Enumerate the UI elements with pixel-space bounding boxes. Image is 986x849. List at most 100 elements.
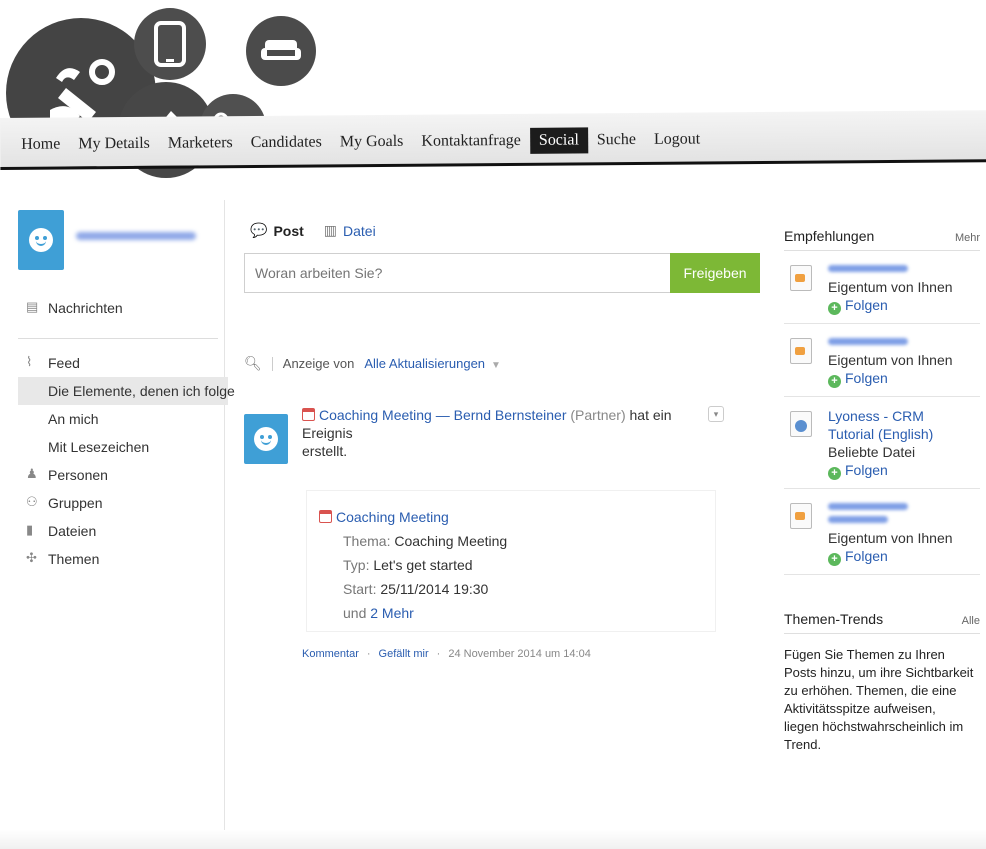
activity-stream: 💬 Post ▥ Datei Freigeben 🔍︎ Anzeige von …: [244, 222, 764, 660]
share-button[interactable]: Freigeben: [670, 253, 760, 293]
plus-icon: +: [828, 467, 841, 480]
recommendations-more-link[interactable]: Mehr: [955, 232, 980, 244]
recommendation-name-redacted[interactable]: [828, 503, 908, 510]
sidebar-item-bookmarks[interactable]: Mit Lesezeichen: [18, 433, 228, 461]
sidebar-item-following[interactable]: Die Elemente, denen ich folge: [18, 377, 235, 405]
search-icon[interactable]: 🔍︎: [244, 355, 262, 372]
sidebar-item-messages[interactable]: ▤ Nachrichten: [18, 294, 228, 322]
nav-social[interactable]: Social: [529, 127, 588, 154]
type-value: Let's get started: [373, 557, 473, 573]
recommendation-name-redacted[interactable]: [828, 516, 888, 523]
recommendations-title: Empfehlungen: [784, 228, 875, 244]
plus-icon: +: [828, 553, 841, 566]
composer-tabs: 💬 Post ▥ Datei: [250, 222, 764, 239]
document-icon: [790, 338, 812, 364]
nav-marketers[interactable]: Marketers: [159, 130, 242, 157]
entry-actions: Kommentar · Gefällt mir · 24 November 20…: [302, 648, 764, 660]
tab-post[interactable]: 💬 Post: [250, 222, 304, 239]
recommendation-name-link[interactable]: Lyoness - CRM Tutorial (English): [828, 407, 980, 443]
status-input[interactable]: [245, 254, 665, 292]
type-label: Typ:: [343, 557, 370, 573]
trends-description: Fügen Sie Themen zu Ihren Posts hinzu, u…: [784, 647, 974, 752]
profile-name-redacted[interactable]: [76, 232, 196, 240]
sidebar-item-label: Dateien: [48, 523, 97, 539]
event-link[interactable]: Coaching Meeting: [319, 407, 432, 423]
sidebar-item-label: Feed: [48, 355, 80, 371]
calendar-icon: [319, 510, 332, 523]
stream-filter: 🔍︎ Anzeige von Alle Aktualisierungen ▼: [244, 355, 764, 372]
plus-icon: +: [828, 375, 841, 388]
sidebar-item-feed[interactable]: ⌇ Feed: [18, 349, 228, 377]
sidebar-item-label: Mit Lesezeichen: [48, 439, 150, 455]
recommendation-name-redacted[interactable]: [828, 265, 908, 272]
profile-avatar[interactable]: [18, 210, 64, 270]
recommendation-subtitle: Beliebte Datei: [828, 444, 916, 460]
smartphone-icon: [134, 8, 206, 80]
filter-divider: [271, 356, 273, 371]
recommendation-item: Lyoness - CRM Tutorial (English) Beliebt…: [784, 397, 980, 489]
tab-file[interactable]: ▥ Datei: [324, 222, 376, 239]
recommendation-item: Eigentum von Ihnen + Folgen: [784, 324, 980, 397]
nav-my-goals[interactable]: My Goals: [331, 129, 413, 156]
recommendation-name-line1: Lyoness - CRM: [828, 408, 924, 424]
action-separator: ·: [366, 648, 371, 660]
recommendation-name-line2: Tutorial (English): [828, 426, 934, 442]
more-link[interactable]: 2 Mehr: [370, 605, 414, 621]
trends-section: Themen-Trends Alle Fügen Sie Themen zu I…: [784, 611, 980, 754]
nav-my-details[interactable]: My Details: [69, 131, 159, 158]
sidebar-item-groups[interactable]: ⚇ Gruppen: [18, 489, 228, 517]
follow-link[interactable]: + Folgen: [828, 296, 980, 315]
filter-dropdown[interactable]: Alle Aktualisierungen ▼: [364, 356, 501, 371]
recommendation-subtitle: Eigentum von Ihnen: [828, 352, 953, 368]
topics-icon: ✣: [26, 550, 37, 565]
plus-icon: +: [828, 302, 841, 315]
like-link[interactable]: Gefällt mir: [379, 648, 429, 660]
start-value: 25/11/2014 19:30: [380, 581, 489, 597]
main-nav: Home My Details Marketers Candidates My …: [0, 110, 986, 170]
sidebar-item-label: Personen: [48, 467, 108, 483]
event-title-link[interactable]: Coaching Meeting: [336, 509, 449, 525]
trends-all-link[interactable]: Alle: [962, 615, 980, 627]
entry-dash: —: [435, 407, 450, 423]
nav-kontaktanfrage[interactable]: Kontaktanfrage: [412, 128, 530, 155]
start-label: Start:: [343, 581, 377, 597]
sidebar-item-label: Gruppen: [48, 495, 103, 511]
follow-link[interactable]: + Folgen: [828, 461, 980, 480]
pulse-icon: ⌇: [26, 354, 33, 369]
sidebar-item-label: An mich: [48, 411, 99, 427]
calendar-icon: [302, 408, 315, 421]
nav-items: Home My Details Marketers Candidates My …: [12, 126, 709, 157]
trends-header: Themen-Trends Alle: [784, 611, 980, 634]
action-separator: ·: [436, 648, 441, 660]
feed-entry: Coaching Meeting — Bernd Bernsteiner (Pa…: [244, 406, 764, 660]
entry-avatar[interactable]: [244, 414, 288, 464]
nav-suche[interactable]: Suche: [588, 127, 645, 153]
page-shadow: [0, 829, 986, 849]
recommendation-item: Eigentum von Ihnen + Folgen: [784, 251, 980, 324]
comment-link[interactable]: Kommentar: [302, 648, 359, 660]
sidebar-item-people[interactable]: ♟ Personen: [18, 461, 228, 489]
trends-title: Themen-Trends: [784, 611, 884, 627]
recommendation-name-redacted[interactable]: [828, 338, 908, 345]
sidebar-item-to-me[interactable]: An mich: [18, 405, 228, 433]
file-icon: ▮: [26, 522, 34, 537]
follow-link[interactable]: + Folgen: [828, 369, 980, 388]
entry-action-end: erstellt.: [302, 443, 348, 459]
follow-link[interactable]: + Folgen: [828, 547, 980, 566]
sidebar-separator: [18, 338, 218, 339]
speech-bubble-icon: 💬: [250, 222, 268, 238]
entry-date: 24 November 2014 um 14:04: [448, 648, 591, 660]
sofa-icon: [246, 16, 316, 86]
follow-label: Folgen: [845, 462, 888, 478]
sidebar-item-label: Nachrichten: [48, 300, 123, 316]
nav-logout[interactable]: Logout: [645, 126, 709, 153]
document-icon: [790, 265, 812, 291]
follow-label: Folgen: [845, 297, 888, 313]
author-link[interactable]: Bernd Bernsteiner: [454, 407, 567, 423]
entry-menu-button[interactable]: ▾: [708, 406, 724, 422]
nav-candidates[interactable]: Candidates: [242, 129, 331, 156]
sidebar-item-topics[interactable]: ✣ Themen: [18, 545, 228, 573]
document-icon: ▥: [323, 222, 338, 238]
sidebar-item-files[interactable]: ▮ Dateien: [18, 517, 228, 545]
nav-home[interactable]: Home: [12, 131, 69, 157]
